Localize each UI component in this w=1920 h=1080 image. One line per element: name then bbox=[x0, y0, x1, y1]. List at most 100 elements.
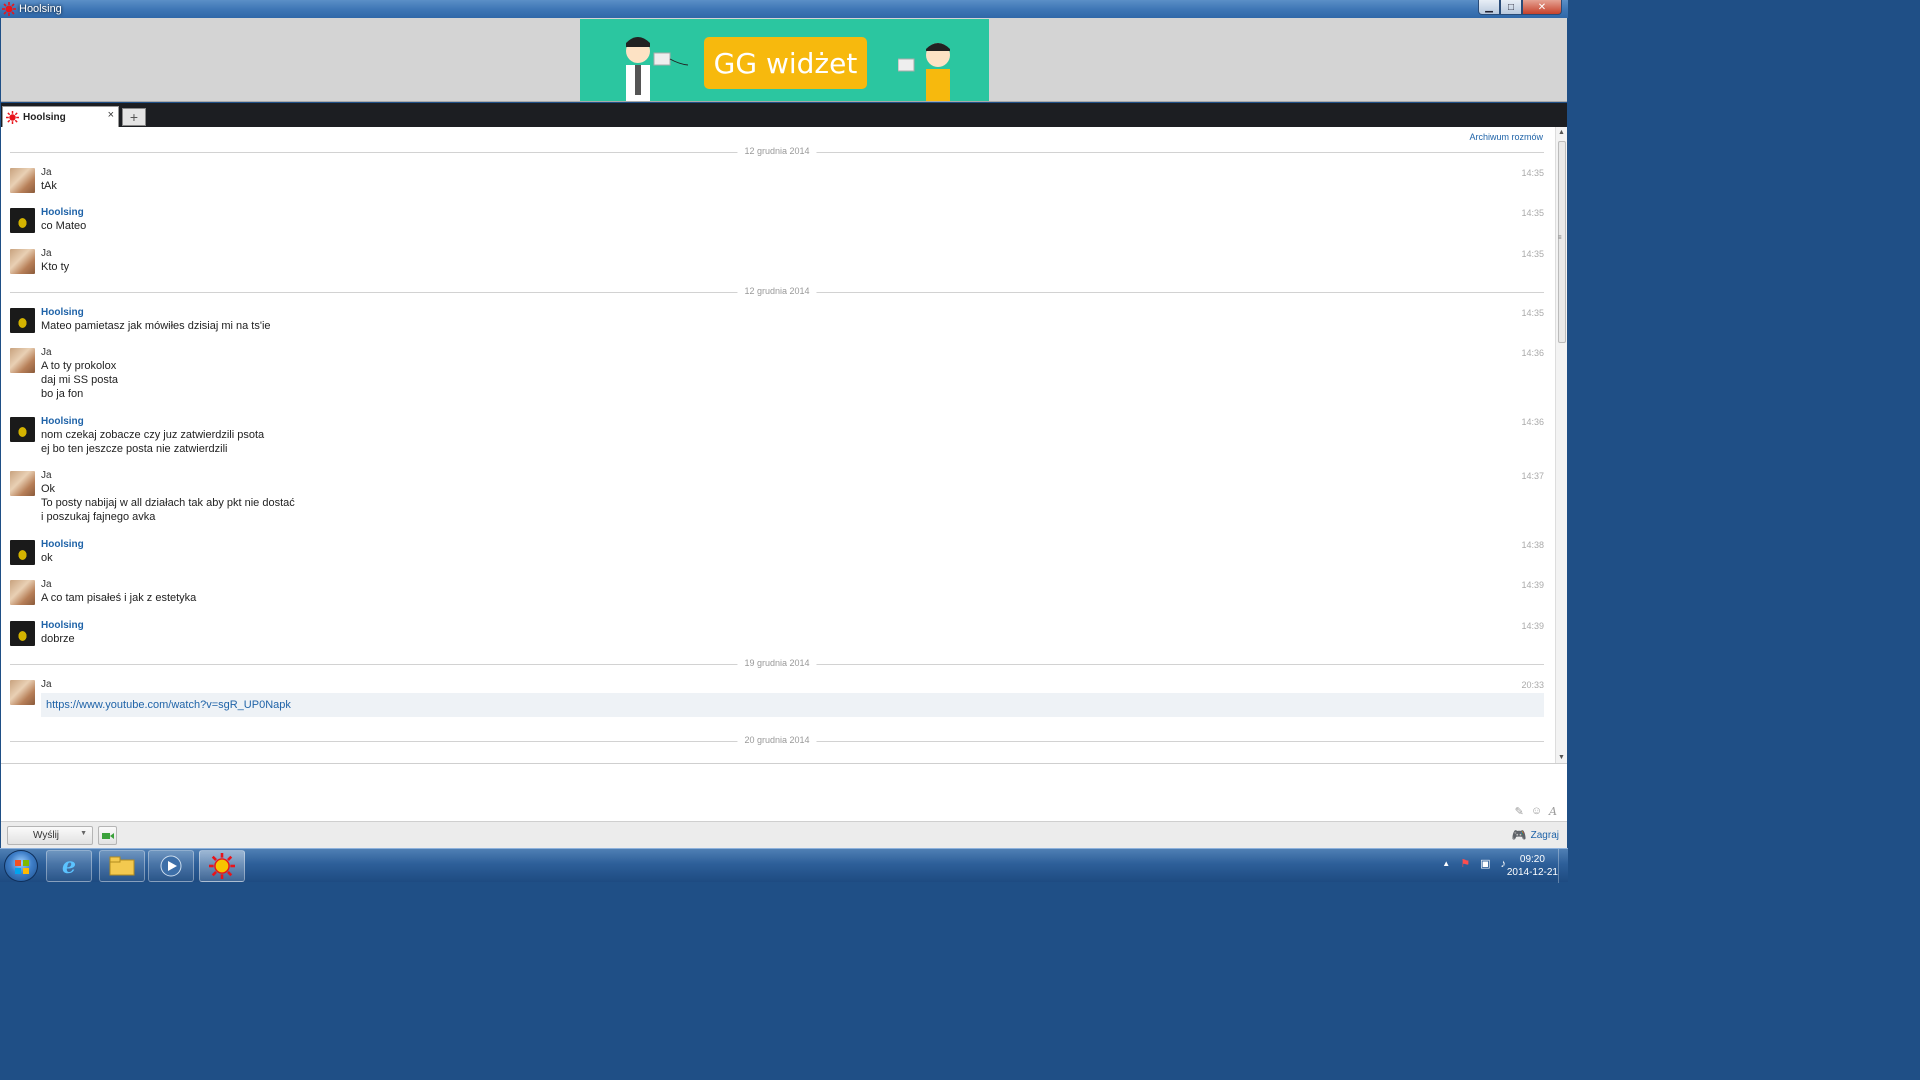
avatar[interactable] bbox=[10, 249, 35, 274]
date-separator: 19 grudnia 2014 bbox=[10, 658, 1544, 670]
message-author[interactable]: Ja bbox=[41, 679, 52, 690]
message: Ja 14:39 A co tam pisałeś i jak z estety… bbox=[10, 579, 1544, 607]
chat-history[interactable]: Archiwum rozmów 12 grudnia 2014 Ja 14:35… bbox=[1, 127, 1567, 763]
gg-sun-icon bbox=[6, 110, 19, 124]
avatar[interactable] bbox=[10, 580, 35, 605]
message-author[interactable]: Ja bbox=[41, 470, 52, 481]
message-author[interactable]: Hoolsing bbox=[41, 620, 84, 631]
taskbar-media-player[interactable] bbox=[148, 850, 194, 882]
attachment-icon[interactable]: ✎ bbox=[1515, 805, 1524, 818]
start-button[interactable] bbox=[4, 850, 38, 882]
play-label: Zagraj bbox=[1530, 829, 1559, 841]
message-text: A to ty prokolox bbox=[41, 360, 117, 372]
message: Hoolsing 14:35 co Mateo bbox=[10, 207, 1544, 235]
camera-icon bbox=[101, 832, 114, 839]
network-icon[interactable]: ▣ bbox=[1480, 857, 1490, 870]
tab-close-icon[interactable]: × bbox=[108, 109, 114, 121]
message-author[interactable]: Hoolsing bbox=[41, 307, 84, 318]
message-time: 14:39 bbox=[1521, 621, 1544, 631]
video-call-button[interactable] bbox=[98, 826, 117, 845]
tab-hoolsing[interactable]: Hoolsing × bbox=[2, 106, 119, 127]
avatar[interactable] bbox=[10, 348, 35, 373]
message: Hoolsing 14:36 nom czekaj zobacze czy ju… bbox=[10, 416, 1544, 456]
message-author[interactable]: Hoolsing bbox=[41, 207, 84, 218]
message-author[interactable]: Hoolsing bbox=[41, 416, 84, 427]
maximize-icon: □ bbox=[1507, 1, 1515, 13]
bottom-bar: Wyślij ▼ 🎮 Zagraj bbox=[1, 821, 1567, 848]
play-game-link[interactable]: 🎮 Zagraj bbox=[1512, 828, 1559, 842]
message-text: co Mateo bbox=[41, 220, 87, 232]
maximize-button[interactable]: □ bbox=[1500, 0, 1522, 15]
message-text: tAk bbox=[41, 180, 57, 192]
message-text: Mateo pamietasz jak mówiłes dzisiaj mi n… bbox=[41, 320, 271, 332]
action-center-icon[interactable]: ⚑ bbox=[1460, 857, 1470, 870]
tab-label: Hoolsing bbox=[23, 111, 66, 123]
volume-icon[interactable]: ♪ bbox=[1501, 858, 1507, 870]
person-left-icon bbox=[626, 37, 688, 101]
scroll-thumb[interactable] bbox=[1558, 141, 1566, 343]
minimize-icon: ▁ bbox=[1485, 1, 1493, 13]
message: Ja 14:36 A to ty prokolox daj mi SS post… bbox=[10, 347, 1544, 401]
media-player-icon bbox=[160, 855, 182, 877]
message-text: A co tam pisałeś i jak z estetyka bbox=[41, 592, 197, 604]
tab-strip: Hoolsing × + bbox=[1, 103, 1567, 127]
banner-area: GG widżet bbox=[1, 18, 1567, 102]
link-preview: https://www.youtube.com/watch?v=sgR_UP0N… bbox=[41, 693, 1544, 717]
show-desktop-button[interactable] bbox=[1558, 849, 1568, 883]
show-hidden-icons-icon[interactable]: ▲ bbox=[1442, 859, 1450, 868]
date-separator: 12 grudnia 2014 bbox=[10, 286, 1544, 298]
clock-time: 09:20 bbox=[1519, 854, 1545, 865]
message-author[interactable]: Ja bbox=[41, 347, 52, 358]
message-time: 14:36 bbox=[1521, 417, 1544, 427]
message-time: 14:36 bbox=[1521, 348, 1544, 358]
input-toolbar: ✎ ☺ A bbox=[1515, 805, 1557, 818]
avatar[interactable] bbox=[10, 471, 35, 496]
clock[interactable]: 09:20 2014-12-21 bbox=[1507, 853, 1558, 879]
taskbar-internet-explorer[interactable]: e bbox=[46, 850, 92, 882]
avatar[interactable] bbox=[10, 417, 35, 442]
avatar[interactable] bbox=[10, 680, 35, 705]
message-input[interactable]: ✎ ☺ A bbox=[1, 763, 1567, 821]
message-author[interactable]: Ja bbox=[41, 167, 52, 178]
minimize-button[interactable]: ▁ bbox=[1478, 0, 1500, 15]
message-time: 14:35 bbox=[1521, 308, 1544, 318]
scroll-down-icon[interactable]: ▼ bbox=[1558, 754, 1565, 761]
chevron-down-icon[interactable]: ▼ bbox=[80, 830, 87, 837]
add-tab-button[interactable]: + bbox=[122, 108, 146, 126]
gg-sun-icon bbox=[2, 2, 16, 16]
avatar[interactable] bbox=[10, 168, 35, 193]
avatar[interactable] bbox=[10, 621, 35, 646]
taskbar-file-explorer[interactable] bbox=[99, 850, 145, 882]
message: Ja 14:35 Kto ty bbox=[10, 248, 1544, 276]
emoticon-icon[interactable]: ☺ bbox=[1531, 805, 1542, 818]
message-text: bo ja fon bbox=[41, 388, 84, 400]
avatar[interactable] bbox=[10, 208, 35, 233]
message-author[interactable]: Hoolsing bbox=[41, 539, 84, 550]
windows-logo-icon bbox=[15, 860, 29, 874]
message-text: Ok bbox=[41, 483, 56, 495]
system-tray: ▲ ⚑ ▣ ♪ bbox=[1442, 857, 1507, 871]
gg-widget-banner[interactable]: GG widżet bbox=[580, 19, 989, 101]
message-text: ej bo ten jeszcze posta nie zatwierdzili bbox=[41, 443, 228, 455]
gg-sun-icon bbox=[209, 853, 235, 879]
send-button[interactable]: Wyślij ▼ bbox=[7, 826, 93, 845]
font-format-icon[interactable]: A bbox=[1549, 805, 1557, 818]
message: Hoolsing 14:39 dobrze bbox=[10, 620, 1544, 648]
message-author[interactable]: Ja bbox=[41, 579, 52, 590]
scroll-up-icon[interactable]: ▲ bbox=[1558, 129, 1565, 136]
close-button[interactable]: ✕ bbox=[1522, 0, 1562, 15]
youtube-link[interactable]: https://www.youtube.com/watch?v=sgR_UP0N… bbox=[46, 699, 291, 711]
message-time: 14:35 bbox=[1521, 168, 1544, 178]
internet-explorer-icon: e bbox=[62, 853, 76, 879]
avatar[interactable] bbox=[10, 540, 35, 565]
message-author[interactable]: Ja bbox=[41, 248, 52, 259]
message-time: 14:35 bbox=[1521, 249, 1544, 259]
archive-link[interactable]: Archiwum rozmów bbox=[1469, 132, 1543, 142]
window-controls: ▁ □ ✕ bbox=[1478, 0, 1562, 16]
title-bar[interactable]: Hoolsing ▁ □ ✕ bbox=[0, 0, 1568, 18]
close-icon: ✕ bbox=[1537, 1, 1547, 13]
message-time: 14:39 bbox=[1521, 580, 1544, 590]
avatar[interactable] bbox=[10, 308, 35, 333]
chat-scrollbar[interactable]: ▲ ≡ ▼ bbox=[1555, 127, 1567, 763]
taskbar-gadu-gadu[interactable] bbox=[199, 850, 245, 882]
